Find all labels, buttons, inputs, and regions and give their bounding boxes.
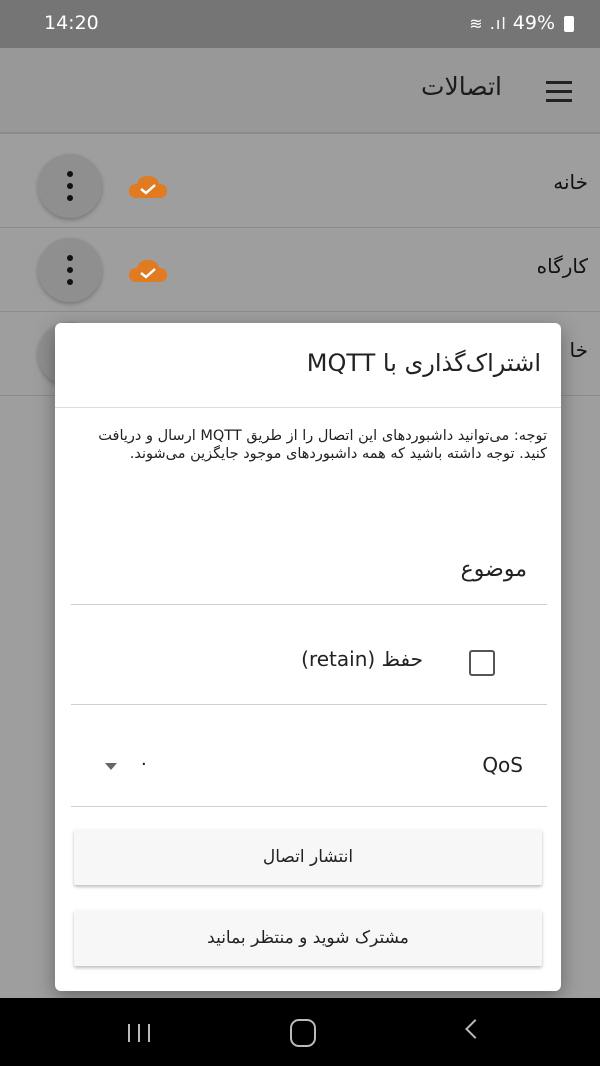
topic-underline <box>71 604 547 605</box>
dialog-title: اشتراک‌گذاری با MQTT <box>306 349 541 377</box>
more-options-button[interactable] <box>38 238 102 302</box>
status-indicators: ≋ .ıl 49% <box>469 12 574 34</box>
subscribe-wait-button[interactable]: مشترک شوید و منتظر بمانید <box>74 910 542 966</box>
divider <box>71 704 547 705</box>
qos-select[interactable]: ۰ <box>139 753 149 774</box>
cloud-check-icon <box>129 176 167 198</box>
battery-icon <box>564 16 574 32</box>
system-nav-bar <box>0 998 600 1066</box>
back-icon[interactable] <box>465 1019 485 1039</box>
mqtt-share-dialog: اشتراک‌گذاری با MQTT توجه: می‌توانید داش… <box>55 323 561 991</box>
publish-connection-button[interactable]: انتشار اتصال <box>74 829 542 885</box>
app-bar: اتصالات <box>0 48 600 134</box>
recents-icon[interactable] <box>128 1024 150 1042</box>
status-time: 14:20 <box>44 12 99 34</box>
cloud-check-icon <box>129 260 167 282</box>
battery-percent: 49% <box>512 12 555 34</box>
topic-input[interactable]: موضوع <box>461 557 527 582</box>
divider <box>71 806 547 807</box>
home-icon[interactable] <box>290 1019 316 1047</box>
dialog-note: توجه: می‌توانید داشبوردهای این اتصال را … <box>98 428 547 462</box>
connection-label: خا <box>569 338 588 362</box>
signal-wifi-icon: ≋ .ıl <box>469 13 507 33</box>
status-bar: 14:20 ≋ .ıl 49% <box>0 0 600 48</box>
connection-row[interactable]: کارگاه <box>0 228 600 312</box>
more-options-button[interactable] <box>38 154 102 218</box>
connection-label: کارگاه <box>536 254 588 278</box>
dropdown-arrow-icon[interactable] <box>105 763 117 770</box>
qos-label: QoS <box>482 753 523 777</box>
menu-icon[interactable] <box>546 81 574 103</box>
connection-label: خانه <box>553 170 588 194</box>
retain-label: حفظ (retain) <box>301 647 423 671</box>
retain-checkbox[interactable] <box>469 650 495 676</box>
page-title: اتصالات <box>421 72 502 101</box>
connection-row[interactable]: خانه <box>0 144 600 228</box>
dialog-divider <box>55 407 561 408</box>
